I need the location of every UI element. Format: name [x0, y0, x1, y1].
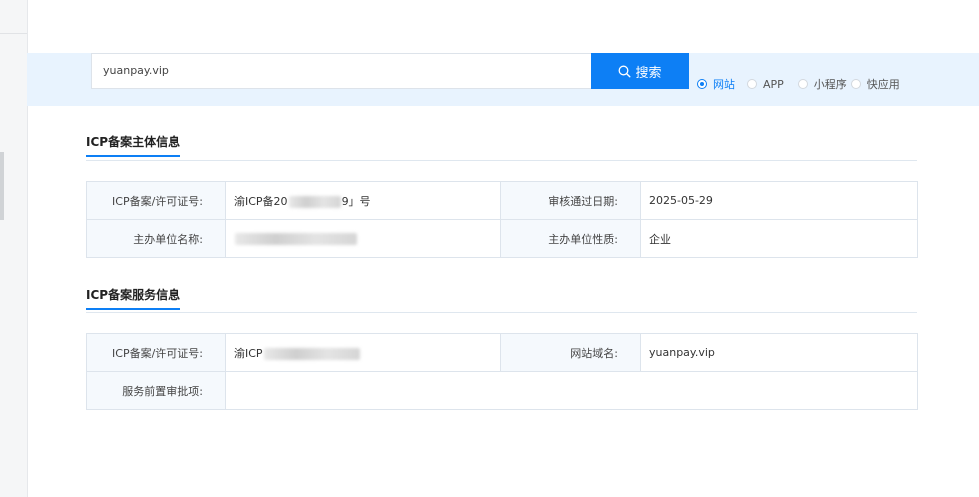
section-divider	[86, 312, 917, 313]
field-label: 审核通过日期:	[500, 181, 641, 220]
scrollbar-thumb[interactable]	[0, 152, 4, 220]
radio-app-label: APP	[763, 77, 784, 91]
field-label: 主办单位性质:	[500, 219, 641, 258]
radio-unchecked-icon	[797, 79, 808, 89]
radio-checked-icon	[697, 79, 707, 89]
radio-app[interactable]: APP	[747, 78, 784, 91]
field-value-license: 渝ICP备20 9」号	[225, 181, 501, 220]
field-label: 服务前置审批项:	[86, 371, 226, 410]
section-title-text: ICP备案服务信息	[86, 288, 181, 302]
redaction-mask	[288, 195, 341, 208]
table-row: ICP备案/许可证号: 渝ICP备20 9」号 审核通过日期: 2025-05-2…	[86, 181, 918, 220]
field-value-license: 渝ICP	[225, 333, 501, 372]
section-title-text: ICP备案主体信息	[86, 135, 181, 149]
section-title-underline	[86, 308, 180, 310]
license-prefix: 渝ICP	[234, 346, 263, 360]
radio-miniprogram-label: 小程序	[813, 78, 847, 91]
field-value-pre-approval	[225, 371, 918, 410]
redaction-mask	[235, 233, 357, 245]
radio-quickapp-label: 快应用	[866, 78, 900, 91]
field-label: 主办单位名称:	[86, 219, 226, 258]
field-label: ICP备案/许可证号:	[86, 333, 226, 372]
field-value-org-type: 企业	[640, 219, 918, 258]
field-label: ICP备案/许可证号:	[86, 181, 226, 220]
left-panel-strip	[0, 0, 28, 497]
section-title-underline	[86, 155, 180, 157]
service-info-table: ICP备案/许可证号: 渝ICP 网站域名: yuanpay.vip 服务前置审…	[86, 333, 918, 410]
field-value-org-name	[225, 219, 501, 258]
radio-unchecked-icon	[747, 79, 757, 89]
license-prefix: 渝ICP备20	[234, 194, 288, 208]
section-title-service: ICP备案服务信息	[86, 286, 181, 310]
field-value-domain: yuanpay.vip	[640, 333, 918, 372]
section-divider	[86, 160, 917, 161]
subject-info-table: ICP备案/许可证号: 渝ICP备20 9」号 审核通过日期: 2025-05-2…	[86, 181, 918, 258]
table-row: ICP备案/许可证号: 渝ICP 网站域名: yuanpay.vip	[86, 333, 918, 372]
search-type-options: 网站 APP 小程序 快应用	[697, 76, 910, 92]
radio-quickapp[interactable]: 快应用	[850, 76, 900, 92]
search-button[interactable]: 搜索	[591, 53, 689, 89]
license-suffix: 9」号	[341, 194, 371, 208]
search-input[interactable]: yuanpay.vip	[91, 53, 591, 89]
search-icon	[619, 65, 631, 78]
radio-website[interactable]: 网站	[697, 76, 735, 92]
table-row: 主办单位名称: 主办单位性质: 企业	[86, 219, 918, 258]
table-row: 服务前置审批项:	[86, 371, 918, 410]
field-value-approval-date: 2025-05-29	[640, 181, 918, 220]
field-label: 网站域名:	[500, 333, 641, 372]
section-title-subject: ICP备案主体信息	[86, 133, 181, 157]
search-button-label: 搜索	[635, 64, 662, 80]
radio-website-label: 网站	[713, 78, 735, 91]
redaction-mask	[263, 347, 360, 360]
left-panel-divider	[0, 33, 27, 34]
radio-miniprogram[interactable]: 小程序	[797, 76, 847, 92]
radio-unchecked-icon	[850, 79, 861, 89]
